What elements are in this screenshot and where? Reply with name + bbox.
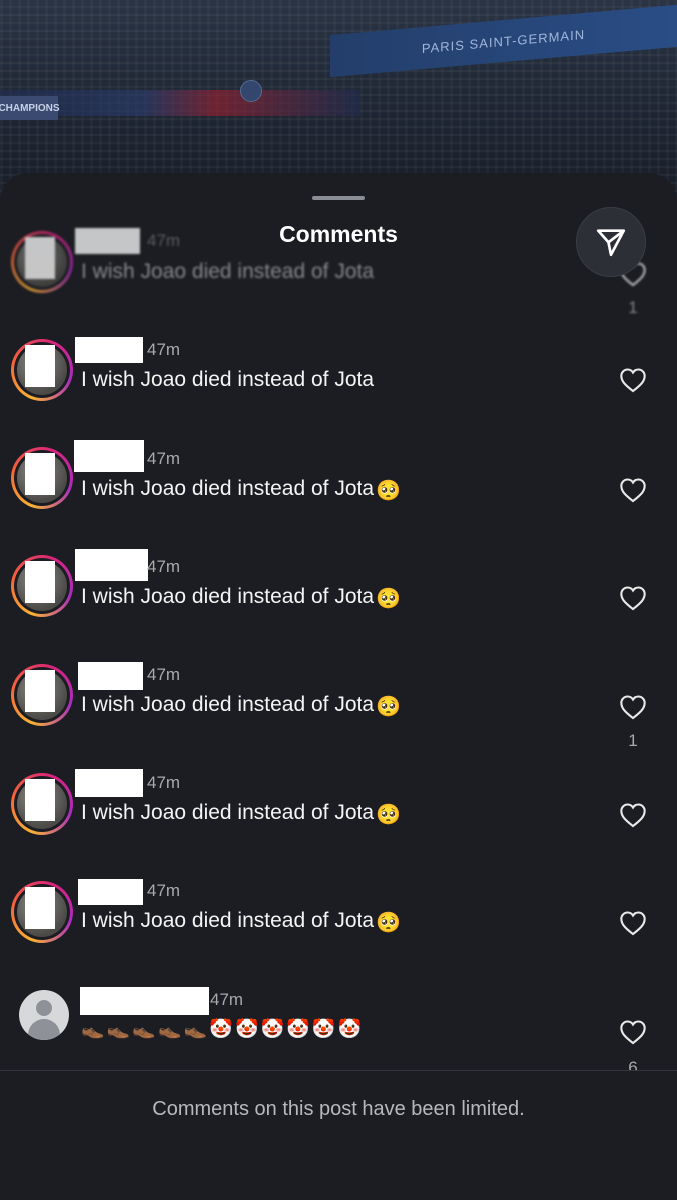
pleading-face-emoji: 🥺 bbox=[376, 804, 401, 826]
comment-text: I wish Joao died instead of Jota bbox=[81, 260, 375, 283]
comments-limited-notice: Comments on this post have been limited. bbox=[152, 1098, 525, 1120]
pleading-face-emoji: 🥺 bbox=[376, 480, 401, 502]
avatar[interactable] bbox=[11, 555, 73, 617]
pleading-face-emoji: 🥺 bbox=[376, 696, 401, 718]
comment-text: I wish Joao died instead of Jota bbox=[81, 368, 375, 391]
comments-list[interactable]: 47m I wish Joao died instead of Jota 1 4… bbox=[0, 173, 677, 1070]
pleading-face-emoji: 🥺 bbox=[376, 912, 401, 934]
like-count: 6 bbox=[628, 1058, 638, 1070]
comments-footer: Comments on this post have been limited. bbox=[0, 1070, 677, 1200]
comment-item: 47m I wish Joao died instead of Jota 🥺 bbox=[0, 438, 677, 546]
club-crest-icon bbox=[240, 80, 262, 102]
champions-badge: CHAMPIONS bbox=[0, 96, 60, 120]
comment-item: 47m I wish Joao died instead of Jota 🥺 bbox=[0, 547, 677, 655]
comment-item: 47m 👞👞👞👞👞🤡🤡🤡🤡🤡🤡 6 bbox=[0, 979, 677, 1070]
comment-text: I wish Joao died instead of Jota 🥺 bbox=[81, 801, 401, 826]
redacted-username[interactable] bbox=[78, 662, 143, 690]
avatar[interactable] bbox=[11, 881, 73, 943]
comment-text: I wish Joao died instead of Jota 🥺 bbox=[81, 693, 401, 718]
heart-outline-icon[interactable] bbox=[619, 694, 647, 720]
comments-sheet: 47m I wish Joao died instead of Jota 1 4… bbox=[0, 173, 677, 1200]
comment-time: 47m bbox=[147, 773, 181, 792]
comment-time: 47m bbox=[147, 665, 181, 684]
comment-time: 47m bbox=[147, 340, 181, 359]
heart-outline-icon[interactable] bbox=[619, 1019, 647, 1045]
comment-text: I wish Joao died instead of Jota 🥺 bbox=[81, 585, 401, 610]
redacted-username[interactable] bbox=[80, 987, 209, 1015]
like-count: 1 bbox=[628, 731, 638, 750]
redacted-username[interactable] bbox=[75, 549, 148, 581]
comment-item: 47m I wish Joao died instead of Jota 🥺 bbox=[0, 763, 677, 871]
heart-outline-icon[interactable] bbox=[619, 802, 647, 828]
comment-item: 47m I wish Joao died instead of Jota 🥺 1 bbox=[0, 655, 677, 763]
pleading-face-emoji: 🥺 bbox=[376, 588, 401, 610]
redacted-username[interactable] bbox=[75, 769, 143, 797]
redacted-username[interactable] bbox=[74, 440, 144, 472]
heart-outline-icon[interactable] bbox=[619, 477, 647, 503]
comment-emoji-text: 👞👞👞👞👞🤡🤡🤡🤡🤡🤡 bbox=[81, 1019, 364, 1040]
paper-plane-icon bbox=[596, 229, 626, 257]
comment-item: 47m I wish Joao died instead of Jota bbox=[0, 329, 677, 437]
comment-text: I wish Joao died instead of Jota 🥺 bbox=[81, 477, 401, 502]
heart-outline-icon[interactable] bbox=[619, 367, 647, 393]
default-avatar[interactable] bbox=[19, 990, 69, 1040]
avatar[interactable] bbox=[11, 447, 73, 509]
avatar[interactable] bbox=[11, 773, 73, 835]
redacted-username[interactable] bbox=[78, 879, 143, 905]
avatar[interactable] bbox=[11, 339, 73, 401]
comment-item: 47m I wish Joao died instead of Jota 🥺 bbox=[0, 871, 677, 979]
comment-text: I wish Joao died instead of Jota 🥺 bbox=[81, 909, 401, 934]
comment-time: 47m bbox=[147, 881, 181, 900]
redacted-username[interactable] bbox=[75, 337, 143, 363]
heart-outline-icon[interactable] bbox=[619, 585, 647, 611]
comment-time: 47m bbox=[147, 557, 181, 576]
like-count: 1 bbox=[628, 298, 638, 317]
comment-time: 47m bbox=[210, 990, 244, 1009]
heart-outline-icon[interactable] bbox=[619, 910, 647, 936]
comment-time: 47m bbox=[147, 449, 181, 468]
share-button[interactable] bbox=[576, 207, 646, 277]
avatar[interactable] bbox=[11, 664, 73, 726]
sheet-drag-handle[interactable] bbox=[312, 196, 365, 200]
